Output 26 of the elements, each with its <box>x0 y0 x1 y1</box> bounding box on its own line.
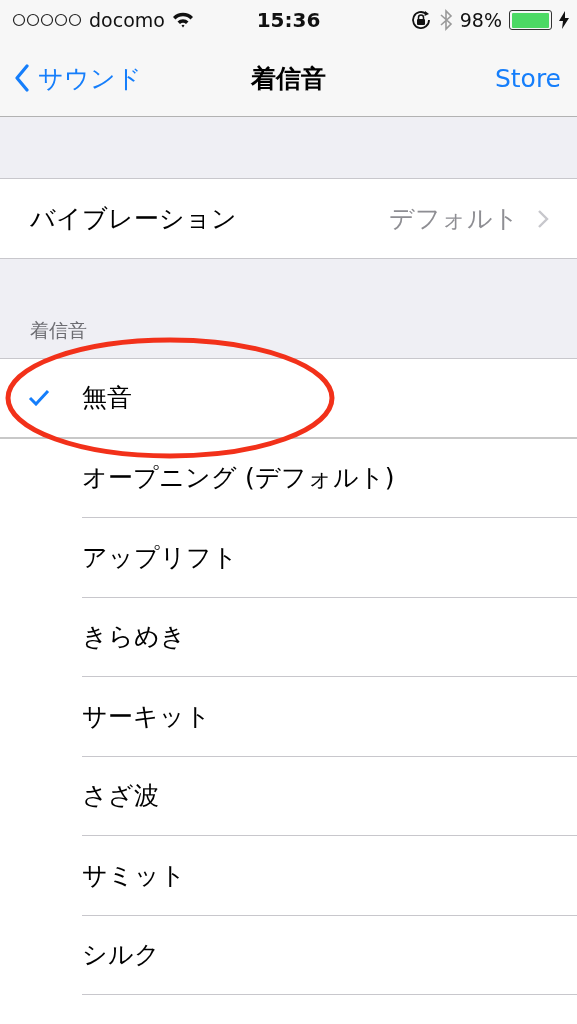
ringtone-label: アップリフト <box>82 541 238 574</box>
ringtone-item[interactable]: オープニング (デフォルト) <box>82 438 577 518</box>
ringtone-item[interactable]: アップリフト <box>82 518 577 598</box>
store-button[interactable]: Store <box>494 63 561 93</box>
ringtone-item[interactable]: 無音 <box>0 359 577 439</box>
ringtone-label: サミット <box>82 859 186 892</box>
nav-title: 着信音 <box>251 62 326 95</box>
carrier-name: docomo <box>89 9 165 31</box>
ringtone-item[interactable]: シルク <box>82 915 577 995</box>
ringtone-label: オープニング (デフォルト) <box>82 462 395 495</box>
ringtone-label: シルク <box>82 939 160 972</box>
status-time: 15:36 <box>256 8 321 32</box>
vibration-row[interactable]: バイブレーション デフォルト <box>0 178 577 259</box>
ringtone-label: きらめき <box>82 621 186 654</box>
section-header: 着信音 <box>30 318 87 343</box>
ringtone-label: さざ波 <box>82 780 159 813</box>
vibration-label: バイブレーション <box>30 203 238 235</box>
vibration-value: デフォルト <box>389 203 519 235</box>
ringtone-item[interactable]: さざ波 <box>82 756 577 836</box>
ringtone-item[interactable]: サミット <box>82 836 577 916</box>
back-button[interactable]: サウンド <box>14 61 142 95</box>
ringtone-label: 無音 <box>82 382 132 415</box>
battery-percent: 98% <box>459 9 502 31</box>
ringtone-item[interactable]: きらめき <box>82 597 577 677</box>
ringtone-label: サーキット <box>82 700 211 733</box>
ringtone-item[interactable]: サーキット <box>82 677 577 757</box>
